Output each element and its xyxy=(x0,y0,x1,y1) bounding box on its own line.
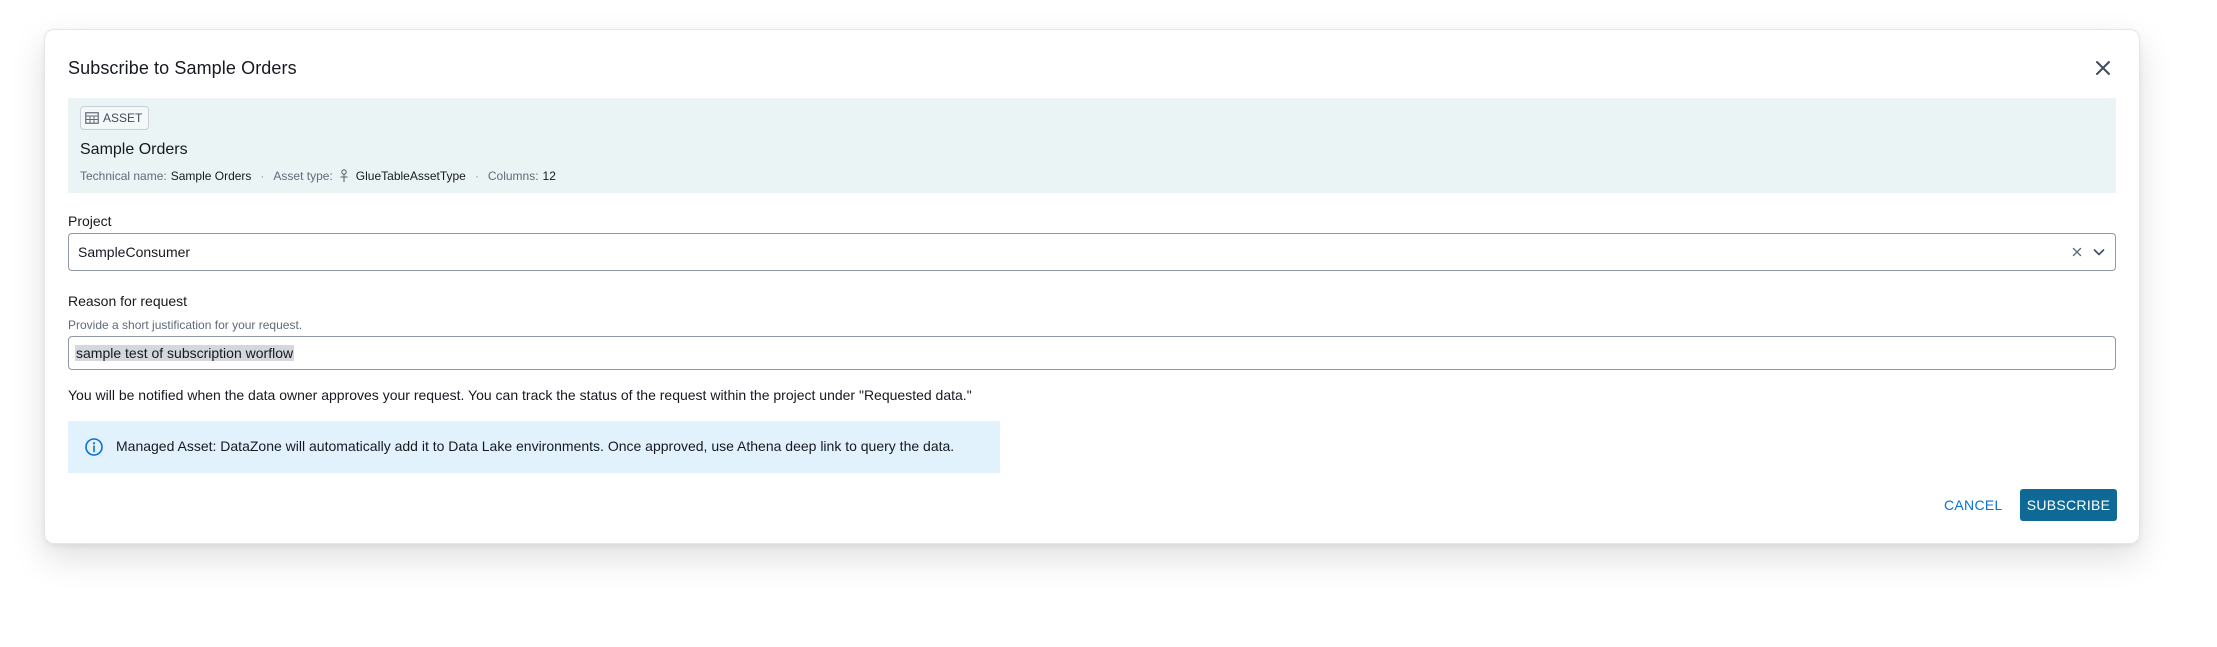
project-select[interactable]: SampleConsumer xyxy=(68,233,2116,271)
reason-hint: Provide a short justification for your r… xyxy=(68,318,303,332)
info-icon xyxy=(85,438,103,456)
cancel-button[interactable]: CANCEL xyxy=(1936,489,2011,521)
asset-name: Sample Orders xyxy=(80,141,188,158)
reason-input[interactable]: sample test of subscription worflow xyxy=(68,336,2116,370)
reason-label: Reason for request xyxy=(68,293,188,309)
close-button[interactable] xyxy=(2091,56,2115,80)
asset-type-value: GlueTableAssetType xyxy=(355,169,466,183)
info-alert-text: Managed Asset: DataZone will automatical… xyxy=(116,438,955,454)
asset-metadata: Technical name: Sample Orders · Asset ty… xyxy=(80,169,556,183)
dropdown-toggle[interactable] xyxy=(2091,244,2107,260)
asset-badge-label: ASSET xyxy=(103,111,143,125)
clear-selection-button[interactable] xyxy=(2069,244,2085,260)
subscribe-modal: Subscribe to Sample Orders ASSET Sample … xyxy=(44,29,2140,544)
columns-value: 12 xyxy=(542,169,556,183)
asset-type-label: Asset type: xyxy=(273,169,333,183)
meta-separator: · xyxy=(474,169,479,183)
clear-icon xyxy=(2072,247,2082,257)
asset-badge: ASSET xyxy=(80,106,150,130)
close-icon xyxy=(2096,61,2110,75)
managed-asset-info-alert: Managed Asset: DataZone will automatical… xyxy=(68,421,1000,473)
project-select-value: SampleConsumer xyxy=(78,244,191,260)
columns-label: Columns: xyxy=(487,169,539,183)
asset-summary-card: ASSET Sample Orders Technical name: Samp… xyxy=(68,98,2116,193)
reason-input-value: sample test of subscription worflow xyxy=(75,345,295,361)
project-label: Project xyxy=(68,213,112,229)
modal-title: Subscribe to Sample Orders xyxy=(68,58,297,78)
glue-icon xyxy=(339,169,349,183)
technical-name-label: Technical name: xyxy=(80,169,167,183)
notification-notice: You will be notified when the data owner… xyxy=(68,387,972,403)
meta-separator: · xyxy=(260,169,265,183)
subscribe-button[interactable]: SUBSCRIBE xyxy=(2020,489,2117,521)
chevron-down-icon xyxy=(2093,249,2105,256)
technical-name-value: Sample Orders xyxy=(170,169,252,183)
table-icon xyxy=(85,112,99,124)
